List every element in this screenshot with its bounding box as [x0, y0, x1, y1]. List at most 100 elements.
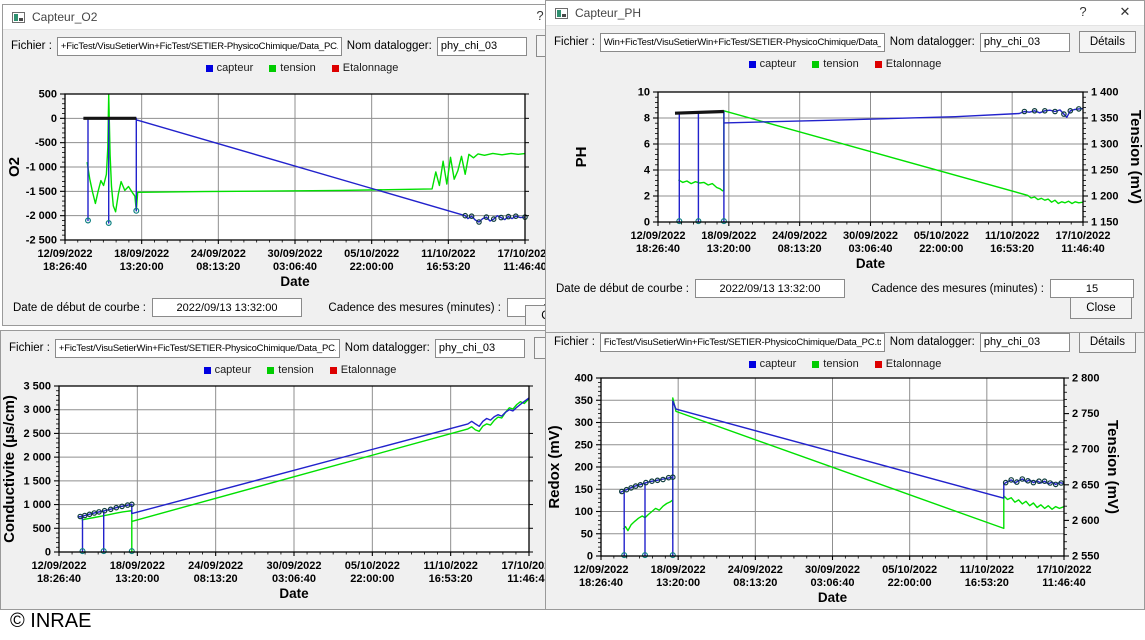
- legend-label: capteur: [760, 58, 797, 70]
- svg-text:08:13:20: 08:13:20: [196, 261, 240, 273]
- svg-text:05/10/2022: 05/10/2022: [914, 230, 969, 242]
- svg-text:18:26:40: 18:26:40: [636, 243, 680, 255]
- cadence-input[interactable]: [1050, 279, 1134, 298]
- legend-label: Etalonnage: [886, 358, 942, 370]
- svg-text:1 400: 1 400: [1091, 87, 1119, 99]
- svg-text:1 150: 1 150: [1091, 217, 1119, 229]
- legend-label: tension: [823, 358, 858, 370]
- date-debut-input[interactable]: [152, 298, 302, 317]
- svg-text:1 300: 1 300: [1091, 139, 1119, 151]
- fichier-label: Fichier :: [9, 342, 50, 354]
- chart-legend: capteur tension Etalonnage: [546, 56, 1144, 72]
- svg-text:30/09/2022: 30/09/2022: [267, 248, 322, 260]
- tension-legend-swatch: [269, 65, 276, 72]
- svg-text:22:00:00: 22:00:00: [350, 573, 394, 585]
- svg-text:18:26:40: 18:26:40: [37, 573, 81, 585]
- o2-chart: 5000-500-1 000-1 500-2 000-2 50012/09/20…: [3, 76, 602, 291]
- svg-text:03:06:40: 03:06:40: [273, 261, 317, 273]
- svg-text:Tension (mV): Tension (mV): [1104, 420, 1121, 514]
- svg-text:16:53:20: 16:53:20: [965, 577, 1009, 589]
- svg-text:2: 2: [644, 191, 650, 203]
- desktop: Capteur_O2 ? ✕ Fichier : Nom datalogger:…: [0, 0, 1145, 640]
- svg-text:6: 6: [644, 139, 650, 151]
- close-button[interactable]: Close: [1070, 297, 1132, 319]
- svg-text:05/10/2022: 05/10/2022: [345, 560, 400, 572]
- svg-text:200: 200: [575, 462, 593, 474]
- file-path-input[interactable]: [600, 333, 885, 352]
- svg-text:24/09/2022: 24/09/2022: [728, 564, 783, 576]
- details-button[interactable]: Détails: [1079, 31, 1136, 53]
- svg-text:O2: O2: [6, 157, 23, 177]
- datalogger-input[interactable]: [437, 37, 527, 56]
- svg-text:13:20:00: 13:20:00: [656, 577, 700, 589]
- window-capteur-ph: Capteur_PH ? ✕ Fichier : Nom datalogger:…: [545, 0, 1145, 333]
- datalogger-input[interactable]: [980, 33, 1070, 52]
- svg-text:22:00:00: 22:00:00: [350, 261, 394, 273]
- capteur-legend-swatch: [749, 61, 756, 68]
- svg-text:24/09/2022: 24/09/2022: [188, 560, 243, 572]
- cadence-label: Cadence des mesures (minutes) :: [328, 302, 501, 314]
- etalonnage-legend-swatch: [332, 65, 339, 72]
- svg-text:05/10/2022: 05/10/2022: [882, 564, 937, 576]
- file-path-input[interactable]: [600, 33, 885, 52]
- title-bar[interactable]: Capteur_PH ? ✕: [546, 1, 1144, 26]
- fichier-label: Fichier :: [554, 36, 595, 48]
- svg-text:30/09/2022: 30/09/2022: [843, 230, 898, 242]
- svg-text:03:06:40: 03:06:40: [810, 577, 854, 589]
- svg-text:03:06:40: 03:06:40: [848, 243, 892, 255]
- datalogger-input[interactable]: [980, 333, 1070, 352]
- window-redox: Fichier : Nom datalogger: Détails capteu…: [545, 320, 1145, 610]
- help-button[interactable]: ?: [1074, 4, 1092, 19]
- date-debut-input[interactable]: [695, 279, 845, 298]
- svg-text:1 000: 1 000: [23, 499, 51, 511]
- svg-text:Date: Date: [856, 256, 886, 271]
- datalogger-label: Nom datalogger:: [890, 36, 975, 48]
- svg-text:30/09/2022: 30/09/2022: [805, 564, 860, 576]
- svg-text:2 750: 2 750: [1072, 408, 1100, 420]
- svg-text:-2 000: -2 000: [26, 210, 57, 222]
- svg-text:-2 500: -2 500: [26, 235, 57, 247]
- svg-text:11/10/2022: 11/10/2022: [423, 560, 477, 572]
- datalogger-label: Nom datalogger:: [345, 342, 430, 354]
- svg-text:13:20:00: 13:20:00: [120, 261, 164, 273]
- svg-text:Conductivite (µs/cm): Conductivite (µs/cm): [1, 395, 18, 543]
- file-path-input[interactable]: [55, 339, 340, 358]
- file-path-input[interactable]: [57, 37, 342, 56]
- file-row: Fichier : Nom datalogger: Détails: [546, 26, 1144, 56]
- chart-legend: capteur tension Etalonnage: [546, 356, 1144, 372]
- legend-label: Etalonnage: [341, 364, 397, 376]
- svg-text:18/09/2022: 18/09/2022: [701, 230, 756, 242]
- svg-text:3 000: 3 000: [23, 404, 51, 416]
- legend-label: tension: [280, 62, 315, 74]
- app-icon: [555, 8, 568, 19]
- svg-text:18:26:40: 18:26:40: [579, 577, 623, 589]
- svg-text:0: 0: [644, 217, 650, 229]
- svg-text:18:26:40: 18:26:40: [43, 261, 87, 273]
- svg-text:0: 0: [45, 547, 51, 559]
- svg-text:11:46:40: 11:46:40: [503, 261, 546, 273]
- svg-text:500: 500: [33, 523, 51, 535]
- svg-text:12/09/2022: 12/09/2022: [37, 248, 92, 260]
- details-button[interactable]: Détails: [1079, 331, 1136, 353]
- svg-text:16:53:20: 16:53:20: [426, 261, 470, 273]
- conductivite-chart: 3 5003 0002 5002 0001 5001 000500012/09/…: [1, 378, 600, 610]
- etalonnage-legend-swatch: [875, 61, 882, 68]
- datalogger-input[interactable]: [435, 339, 525, 358]
- svg-text:13:20:00: 13:20:00: [707, 243, 751, 255]
- svg-text:0: 0: [587, 551, 593, 563]
- title-bar[interactable]: Capteur_O2 ? ✕: [3, 5, 601, 30]
- svg-text:17/10/2022: 17/10/2022: [1055, 230, 1110, 242]
- close-window-button[interactable]: ✕: [1116, 4, 1134, 20]
- svg-text:05/10/2022: 05/10/2022: [344, 248, 399, 260]
- legend-label: tension: [278, 364, 313, 376]
- svg-text:11/10/2022: 11/10/2022: [960, 564, 1014, 576]
- etalonnage-legend-swatch: [875, 361, 882, 368]
- capteur-legend-swatch: [204, 367, 211, 374]
- svg-text:50: 50: [581, 528, 593, 540]
- svg-text:-1 000: -1 000: [26, 162, 57, 174]
- svg-text:11/10/2022: 11/10/2022: [421, 248, 475, 260]
- svg-text:11:46:40: 11:46:40: [1042, 577, 1085, 589]
- svg-text:12/09/2022: 12/09/2022: [573, 564, 628, 576]
- tension-legend-swatch: [812, 361, 819, 368]
- svg-text:12/09/2022: 12/09/2022: [31, 560, 86, 572]
